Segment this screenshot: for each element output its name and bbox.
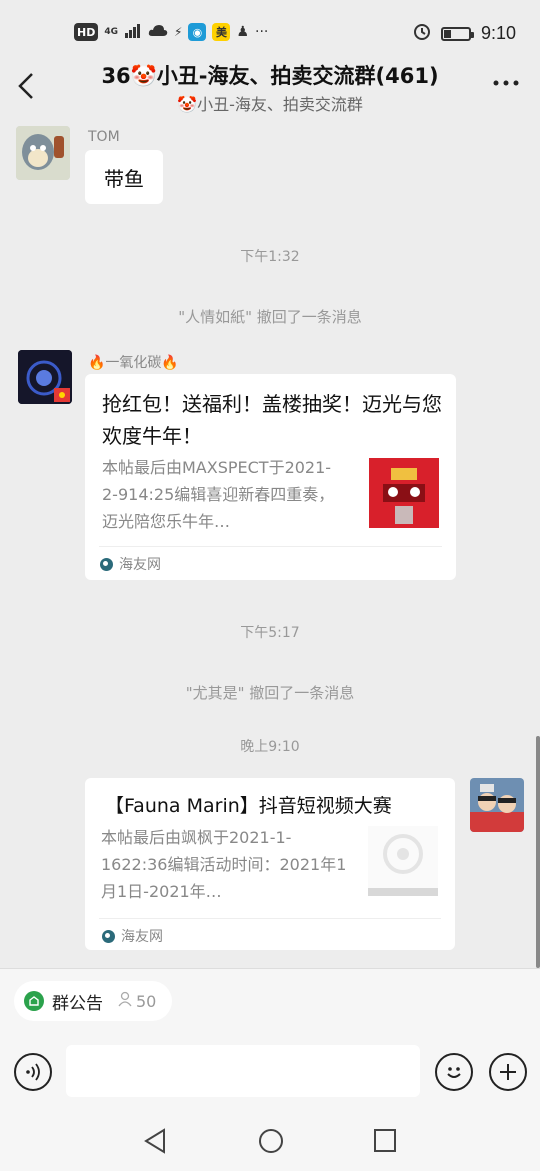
voice-icon[interactable] <box>14 1053 52 1091</box>
notice-icon <box>24 991 44 1011</box>
card-description: 本帖最后由飒枫于2021-1-1622:36编辑活动时间：2021年1月1日-2… <box>101 828 347 901</box>
avatar[interactable] <box>470 778 524 832</box>
card-source: 海友网 <box>100 554 161 574</box>
source-label: 海友网 <box>121 929 163 945</box>
back-triangle-icon[interactable] <box>142 1127 168 1159</box>
link-card[interactable]: 【Fauna Marin】抖音短视频大赛 本帖最后由飒枫于2021-1-1622… <box>85 778 455 950</box>
plus-icon[interactable] <box>489 1053 527 1091</box>
source-logo-icon <box>102 929 115 943</box>
cloud-icon <box>148 23 168 41</box>
card-title: 【Fauna Marin】抖音短视频大赛 <box>105 795 392 817</box>
more-dots-icon[interactable] <box>492 70 520 100</box>
divider <box>99 918 441 919</box>
member-count: 50 <box>117 991 156 1011</box>
scrollbar[interactable] <box>536 736 540 968</box>
card-thumbnail <box>368 826 438 896</box>
weather-icon: ⚡ <box>174 25 183 39</box>
avatar[interactable] <box>16 126 70 180</box>
penguin-icon: ♟ <box>236 24 249 40</box>
source-label: 海友网 <box>119 557 161 573</box>
status-bar: HD 4G ⚡ ◉ 美 ♟ ··· 9:10 <box>0 0 540 62</box>
sender-name: 🔥一氧化碳🔥 <box>88 355 179 371</box>
text-bubble[interactable]: 带鱼 <box>85 150 163 204</box>
input-area: 群公告 50 <box>0 968 540 1171</box>
source-logo-icon <box>100 557 113 571</box>
more-notifications-icon: ··· <box>255 24 269 40</box>
card-thumbnail <box>369 458 439 528</box>
timestamp: 下午5:17 <box>240 625 300 641</box>
recall-notice: "尤其是" 撤回了一条消息 <box>185 684 355 702</box>
card-title: 抢红包！送福利！盖楼抽奖！迈光与您欢度牛年！ <box>102 392 442 448</box>
divider <box>99 546 442 547</box>
member-count-value: 50 <box>136 991 157 1011</box>
avatar[interactable] <box>18 350 72 404</box>
link-card[interactable]: 抢红包！送福利！盖楼抽奖！迈光与您欢度牛年！ 本帖最后由MAXSPECT于202… <box>85 374 456 580</box>
timestamp: 晚上9:10 <box>240 739 300 755</box>
notice-label: 群公告 <box>52 993 103 1014</box>
alarm-icon <box>413 22 431 45</box>
chat-subtitle: 🤡小丑-海友、拍卖交流群 <box>177 95 363 114</box>
signal-label: 4G <box>104 27 118 37</box>
person-icon <box>117 991 133 1011</box>
recents-square-icon[interactable] <box>372 1127 398 1159</box>
hd-badge: HD <box>74 23 99 41</box>
card-source: 海友网 <box>102 926 163 946</box>
emoji-icon[interactable] <box>435 1053 473 1091</box>
chevron-left-icon[interactable] <box>14 68 44 108</box>
signal-icon <box>124 22 142 42</box>
home-circle-icon[interactable] <box>257 1127 285 1159</box>
clock: 9:10 <box>480 23 516 43</box>
timestamp: 下午1:32 <box>240 249 300 265</box>
recall-notice: "人情如紙" 撤回了一条消息 <box>178 308 362 326</box>
chat-title: 36🤡小丑-海友、拍卖交流群(461) <box>101 64 439 88</box>
message-input[interactable] <box>66 1045 420 1097</box>
battery-icon <box>440 26 474 41</box>
card-description: 本帖最后由MAXSPECT于2021-2-914:25编辑喜迎新春四重奏，迈光陪… <box>102 458 335 531</box>
group-notice-button[interactable]: 群公告 50 <box>14 981 173 1021</box>
chat-header: 36🤡小丑-海友、拍卖交流群(461) 🤡小丑-海友、拍卖交流群 <box>0 58 540 118</box>
app-icon: ◉ <box>188 23 207 41</box>
meituan-icon: 美 <box>212 23 231 41</box>
sender-name: TOM <box>88 129 120 145</box>
system-navigation-bar <box>0 1113 540 1171</box>
